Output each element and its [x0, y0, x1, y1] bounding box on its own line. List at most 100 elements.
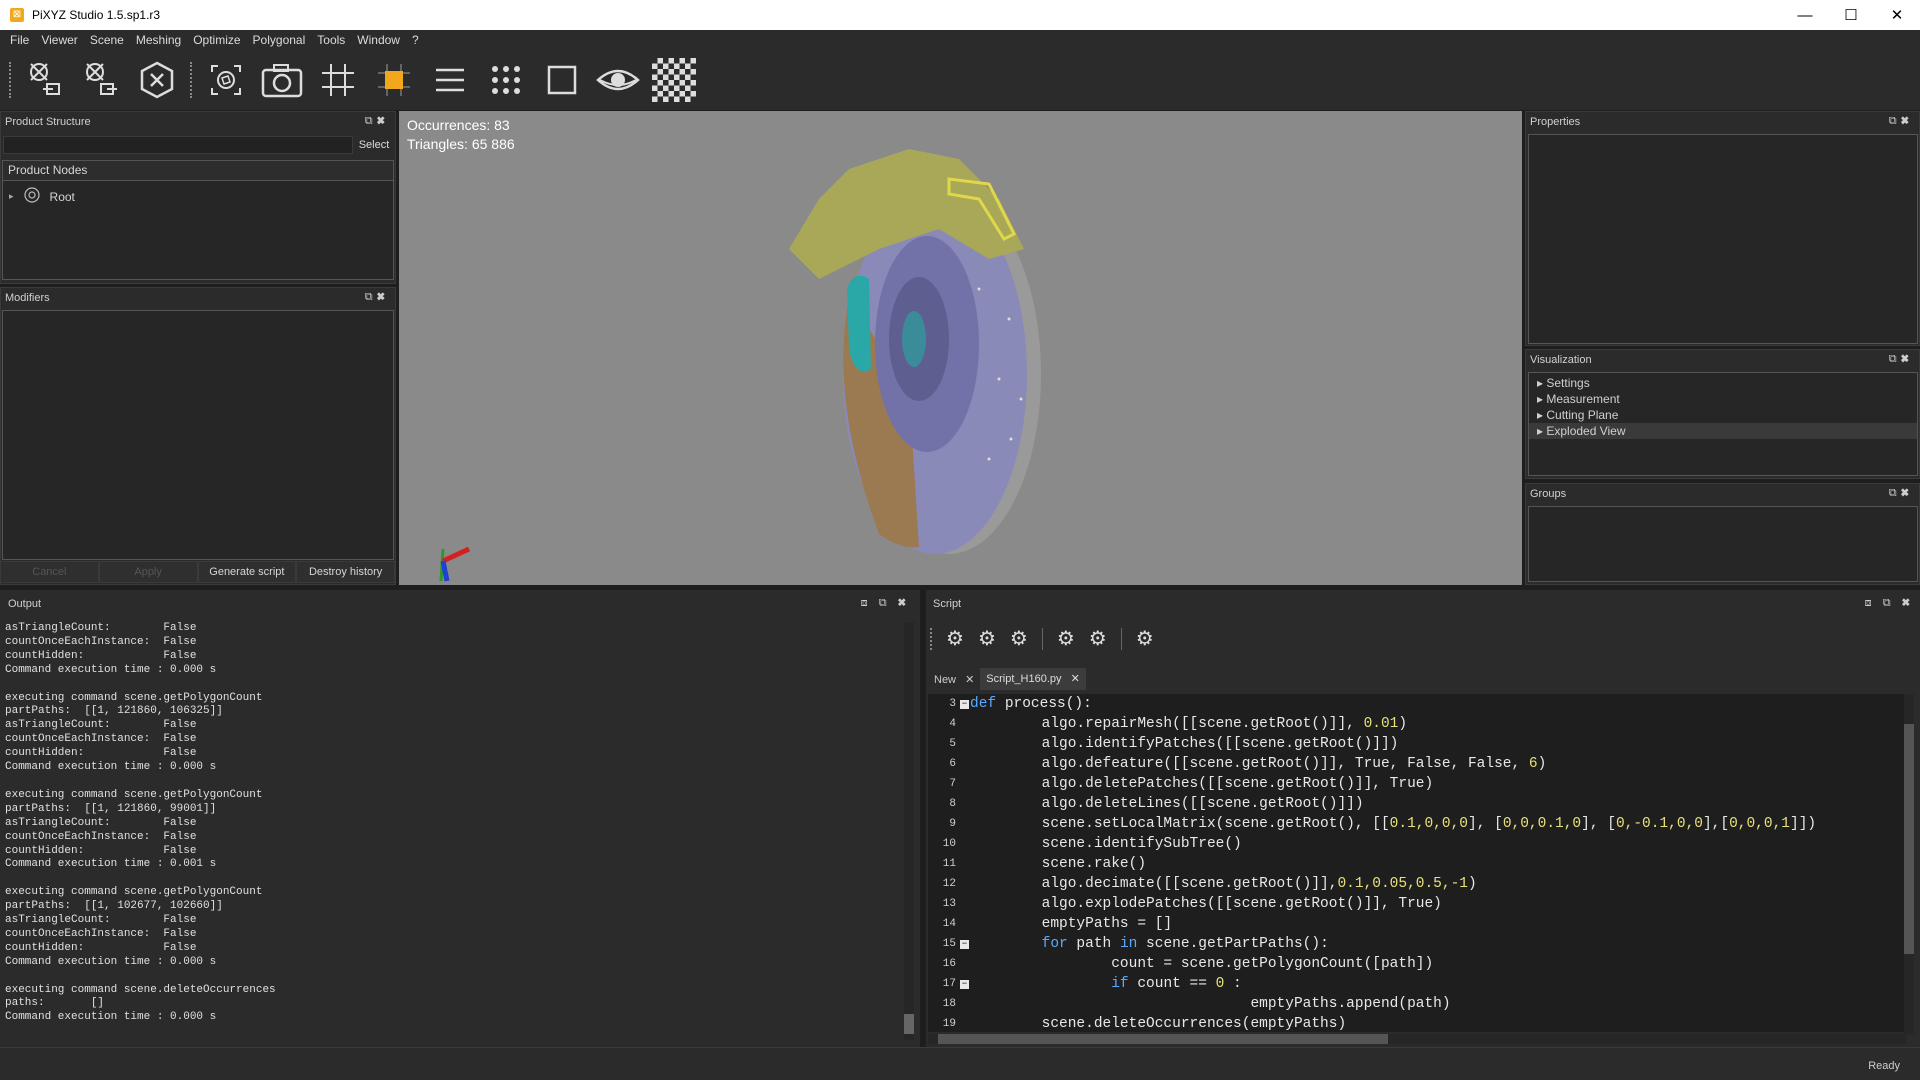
line-number: 4	[949, 718, 956, 730]
fold-icon[interactable]: −	[960, 940, 969, 949]
properties-panel: Properties ⧉✖	[1525, 111, 1920, 346]
scroll-thumb[interactable]	[938, 1034, 1388, 1044]
product-search-input[interactable]	[3, 136, 353, 154]
panel-float-close-icon[interactable]: ⧉✖	[365, 115, 389, 128]
select-button[interactable]: Select	[355, 136, 393, 154]
script-tabs: New ✕ Script_H160.py ✕	[928, 666, 1086, 690]
menu-polygonal[interactable]: Polygonal	[247, 33, 312, 47]
fold-icon[interactable]: −	[960, 980, 969, 989]
shaded-mode-icon[interactable]	[372, 58, 416, 102]
line-number: 13	[942, 898, 956, 910]
modifiers-panel: Modifiers ⧉✖	[0, 287, 396, 585]
open-script-gear-icon[interactable]: ⚙	[978, 626, 996, 651]
visibility-eye-icon[interactable]	[596, 58, 640, 102]
panel-float-close-icon[interactable]: ⧉✖	[1889, 115, 1913, 128]
destroy-history-button[interactable]: Destroy history	[296, 561, 395, 583]
brake-disc-model	[789, 149, 1041, 554]
visualization-exploded-view[interactable]: ▸ Exploded View	[1529, 423, 1917, 439]
axis-gizmo-icon	[439, 546, 471, 582]
expand-arrow-icon[interactable]: ▸	[9, 191, 14, 202]
status-text: Ready	[1868, 1060, 1900, 1072]
menu-tools[interactable]: Tools	[311, 33, 351, 47]
menu-scene[interactable]: Scene	[84, 33, 130, 47]
scroll-thumb[interactable]	[904, 1014, 914, 1034]
panel-title: Script	[933, 598, 962, 610]
3d-viewport[interactable]: Occurrences: 83 Triangles: 65 886	[399, 111, 1522, 585]
new-script-gear-icon[interactable]: ⚙	[946, 626, 964, 651]
line-number: 15	[942, 938, 956, 950]
cancel-button[interactable]: Cancel	[0, 561, 99, 583]
panel-title: Groups	[1530, 488, 1567, 500]
panel-title: Output	[8, 598, 42, 610]
line-number: 8	[949, 798, 956, 810]
run-script-gear-icon[interactable]: ⚙	[1057, 626, 1075, 651]
fit-view-icon[interactable]	[204, 58, 248, 102]
lines-mode-icon[interactable]	[428, 58, 472, 102]
tab-script-h160[interactable]: Script_H160.py ✕	[980, 668, 1086, 690]
close-window-button[interactable]: ✕	[1874, 0, 1920, 30]
apply-button[interactable]: Apply	[98, 561, 198, 583]
menu-help[interactable]: ?	[406, 33, 425, 47]
output-scrollbar[interactable]	[904, 622, 914, 1040]
panel-title: Visualization	[1530, 354, 1592, 366]
product-nodes-header: Product Nodes	[3, 161, 393, 181]
save-script-gear-icon[interactable]: ⚙	[1010, 626, 1028, 651]
toolbar-grip[interactable]	[9, 62, 12, 98]
product-structure-panel: Product Structure ⧉✖ Select Product Node…	[0, 111, 396, 284]
clear-scene-icon[interactable]	[135, 58, 179, 102]
script-toolbar: ⚙ ⚙ ⚙ ⚙ ⚙ ⚙	[930, 626, 1154, 651]
main-toolbar	[0, 50, 1920, 110]
visualization-panel: Visualization ⧉✖ ▸ Settings ▸ Measuremen…	[1525, 349, 1920, 479]
panel-float-close-icon[interactable]: ⧈ ⧉ ✖	[861, 597, 910, 610]
line-number: 19	[942, 1018, 956, 1030]
menu-viewer[interactable]: Viewer	[35, 33, 83, 47]
triangles-count: Triangles: 65 886	[407, 136, 515, 152]
import-icon[interactable]	[23, 58, 67, 102]
checkerboard-icon[interactable]	[652, 58, 696, 102]
points-mode-icon[interactable]	[484, 58, 528, 102]
code-vertical-scrollbar[interactable]	[1904, 694, 1914, 1034]
scroll-thumb[interactable]	[1904, 724, 1914, 954]
export-icon[interactable]	[79, 58, 123, 102]
line-number: 5	[949, 738, 956, 750]
tab-new[interactable]: New ✕	[928, 670, 980, 690]
output-panel: Output ⧈ ⧉ ✖ asTriangleCount: False coun…	[0, 590, 920, 1047]
close-tab-icon[interactable]: ✕	[1071, 673, 1080, 685]
minimize-button[interactable]: —	[1782, 0, 1828, 30]
properties-body	[1528, 134, 1918, 344]
visualization-settings[interactable]: ▸ Settings	[1529, 375, 1917, 391]
panel-float-close-icon[interactable]: ⧉✖	[1889, 353, 1913, 366]
code-horizontal-scrollbar[interactable]	[928, 1034, 1906, 1044]
add-function-gear-icon[interactable]: ⚙	[1136, 626, 1154, 651]
fold-icon[interactable]: −	[960, 700, 969, 709]
panel-float-close-icon[interactable]: ⧈ ⧉ ✖	[1865, 597, 1914, 610]
visualization-cutting-plane[interactable]: ▸ Cutting Plane	[1529, 407, 1917, 423]
generate-script-button[interactable]: Generate script	[197, 561, 297, 583]
grid-icon[interactable]	[316, 58, 360, 102]
bounding-box-icon[interactable]	[540, 58, 584, 102]
menu-file[interactable]: File	[4, 33, 35, 47]
script-panel: Script ⧈ ⧉ ✖ ⚙ ⚙ ⚙ ⚙ ⚙ ⚙ New ✕ Script_H1…	[926, 590, 1920, 1047]
toolbar-grip[interactable]	[190, 62, 193, 98]
line-number: 3	[949, 698, 956, 710]
line-number: 11	[942, 858, 956, 870]
menu-bar: File Viewer Scene Meshing Optimize Polyg…	[0, 30, 1920, 50]
tree-node-root[interactable]: ▸ Root	[9, 187, 75, 206]
panel-title: Properties	[1530, 116, 1581, 128]
panel-title: Modifiers	[5, 292, 50, 304]
menu-meshing[interactable]: Meshing	[130, 33, 187, 47]
run-all-gear-icon[interactable]: ⚙	[1089, 626, 1107, 651]
title-bar: ⊠ PiXYZ Studio 1.5.sp1.r3 — ☐ ✕	[0, 0, 1920, 30]
occurrences-count: Occurrences: 83	[407, 117, 510, 133]
close-tab-icon[interactable]: ✕	[965, 674, 974, 686]
toolbar-grip[interactable]	[930, 627, 932, 650]
menu-optimize[interactable]: Optimize	[187, 33, 246, 47]
code-editor[interactable]: 3− def process(): 4 algo.repairMesh([[sce…	[928, 694, 1906, 1032]
screenshot-icon[interactable]	[260, 58, 304, 102]
maximize-button[interactable]: ☐	[1828, 0, 1874, 30]
status-bar: Ready	[0, 1047, 1920, 1080]
panel-float-close-icon[interactable]: ⧉✖	[365, 291, 389, 304]
visualization-measurement[interactable]: ▸ Measurement	[1529, 391, 1917, 407]
menu-window[interactable]: Window	[351, 33, 406, 47]
panel-float-close-icon[interactable]: ⧉✖	[1889, 487, 1913, 500]
